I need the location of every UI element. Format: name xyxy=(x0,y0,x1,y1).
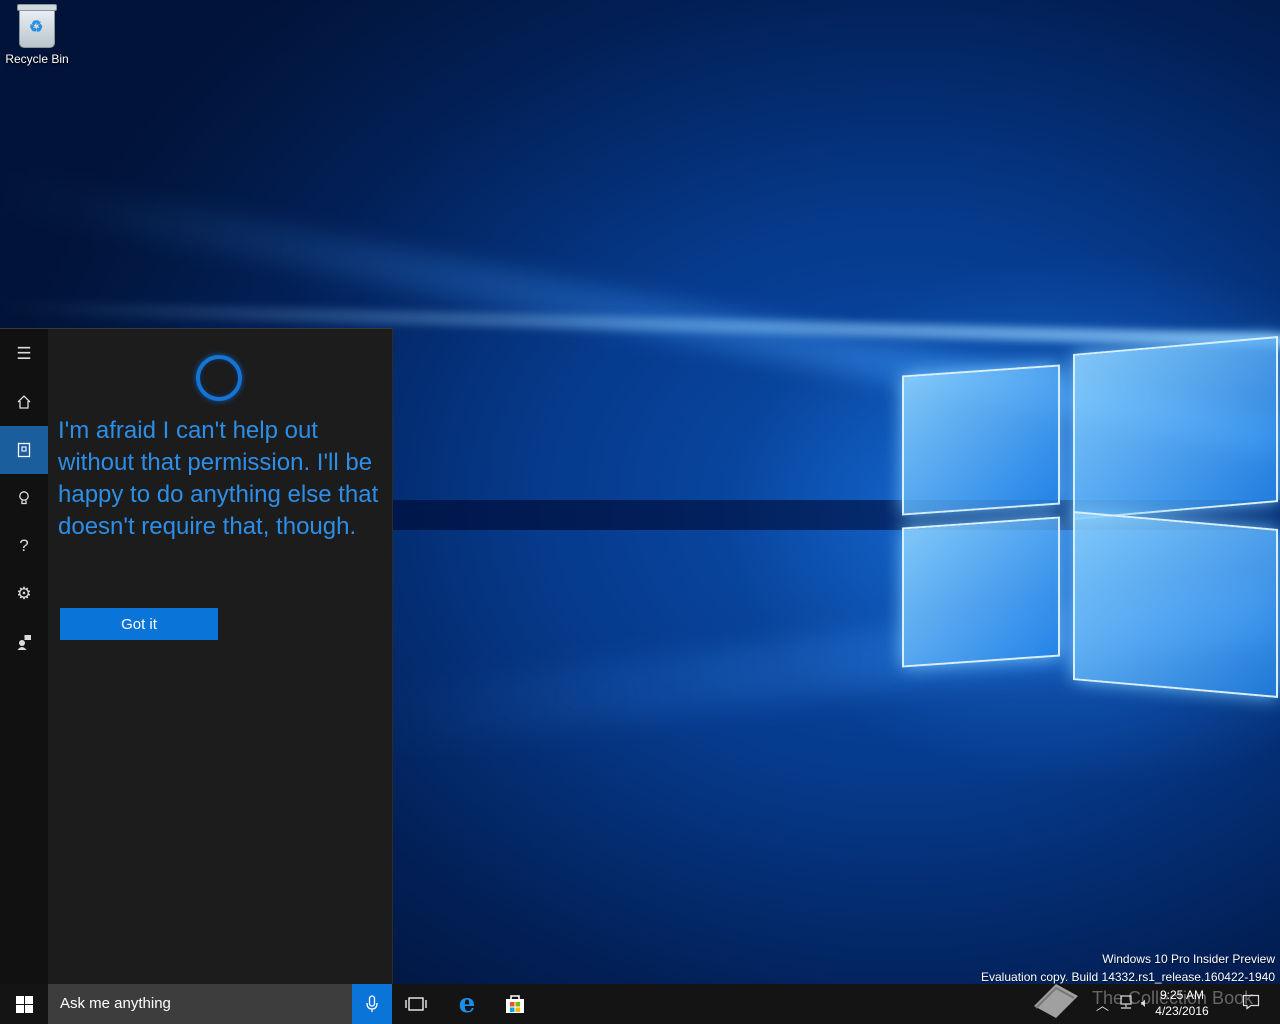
start-button[interactable] xyxy=(0,984,48,1024)
clock-date: 4/23/2016 xyxy=(1155,1004,1209,1018)
lightbulb-icon xyxy=(19,491,29,505)
feedback-icon xyxy=(17,635,31,650)
logo-pane xyxy=(902,516,1060,668)
logo-pane xyxy=(1073,511,1278,698)
task-view-button[interactable] xyxy=(392,984,440,1024)
recycle-bin-icon: ♻ xyxy=(17,4,57,48)
help-icon: ? xyxy=(19,536,29,555)
task-view-icon xyxy=(405,997,427,1011)
notebook-button[interactable] xyxy=(0,426,48,474)
store-button[interactable] xyxy=(491,984,539,1024)
evaluation-watermark: Windows 10 Pro Insider Preview Evaluatio… xyxy=(981,950,1275,984)
book-logo-icon xyxy=(1034,984,1078,1018)
tips-button[interactable] xyxy=(0,474,48,522)
home-button[interactable] xyxy=(0,378,48,426)
watermark-line-1: Windows 10 Pro Insider Preview xyxy=(1102,952,1275,966)
feedback-button[interactable] xyxy=(0,618,48,666)
notification-icon xyxy=(1242,994,1260,1010)
show-hidden-icons-button[interactable]: ︿ xyxy=(1096,995,1109,1014)
settings-button[interactable]: ⚙ xyxy=(0,570,48,618)
chevron-up-icon: ︿ xyxy=(1096,998,1110,1013)
microphone-icon xyxy=(366,995,378,1012)
recycle-bin-label: Recycle Bin xyxy=(5,52,69,66)
home-icon xyxy=(17,395,31,409)
edge-button[interactable]: e xyxy=(443,984,491,1024)
cortana-panel: ☰ ? ⚙ I'm afraid I can't help out withou… xyxy=(0,328,393,985)
watermark-line-2: Evaluation copy. Build 14332.rs1_release… xyxy=(981,970,1275,984)
cortana-ring-icon xyxy=(196,355,242,401)
network-icon xyxy=(1120,995,1132,1009)
logo-pane xyxy=(1073,336,1278,520)
search-input[interactable]: Ask me anything xyxy=(48,984,352,1024)
windows-logo-icon xyxy=(15,995,33,1013)
clock-time: 9:25 AM xyxy=(1159,988,1205,1002)
network-button[interactable] xyxy=(1118,995,1134,1012)
cortana-nav-rail: ☰ ? ⚙ xyxy=(0,329,48,985)
help-button[interactable]: ? xyxy=(0,522,48,570)
edge-icon: e xyxy=(458,989,476,1019)
notebook-icon xyxy=(17,442,31,458)
gear-icon: ⚙ xyxy=(16,584,32,603)
taskbar: Ask me anything e The Collection Book ︿ … xyxy=(0,984,1280,1024)
recycle-bin[interactable]: ♻ Recycle Bin xyxy=(4,4,70,66)
store-icon xyxy=(506,995,524,1013)
action-center-button[interactable] xyxy=(1242,994,1260,1013)
cortana-message: I'm afraid I can't help out without that… xyxy=(58,417,379,540)
clock[interactable]: 9:25 AM 4/23/2016 xyxy=(1142,987,1222,1019)
got-it-button[interactable]: Got it xyxy=(60,608,218,640)
hamburger-icon: ☰ xyxy=(16,344,32,363)
hamburger-menu-button[interactable]: ☰ xyxy=(0,330,48,378)
microphone-button[interactable] xyxy=(352,984,392,1024)
logo-pane xyxy=(902,364,1060,516)
